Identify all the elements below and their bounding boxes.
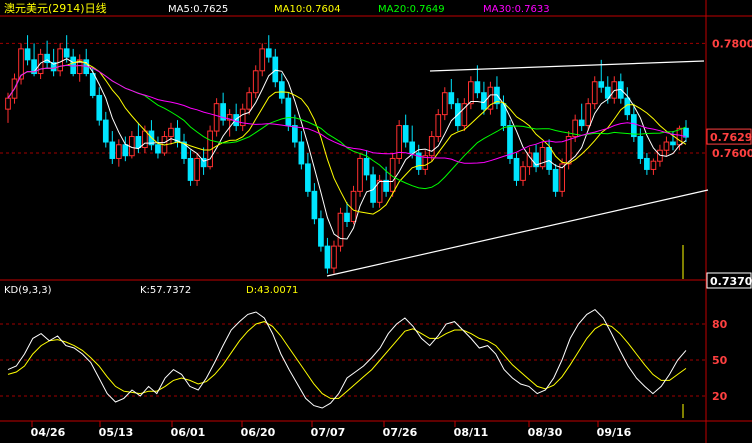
candle-body-down — [109, 141, 116, 159]
candle-body-down — [278, 81, 285, 99]
candle-body-down — [513, 157, 520, 181]
candle-body-up — [435, 114, 442, 138]
candle-body-down — [344, 212, 350, 222]
candle-body-down — [409, 141, 416, 154]
trend-lines — [326, 60, 709, 418]
chart-title: 澳元美元(2914)日线 — [4, 1, 107, 15]
kd-indicator-name: KD(9,3,3) — [4, 285, 52, 296]
candle-body-down — [474, 81, 481, 94]
candle-body-up — [213, 103, 220, 132]
candle-body-down — [298, 141, 305, 165]
candle-body-up — [5, 97, 11, 110]
candle-body-down — [363, 157, 370, 176]
candle-body-up — [520, 166, 526, 181]
price-tick-label: 0.7800 — [712, 37, 752, 50]
date-tick-label: 07/26 — [383, 426, 418, 439]
candle-body-up — [428, 136, 435, 157]
candle-body-down — [402, 125, 409, 143]
candle-body-down — [370, 174, 376, 203]
kd-tick-label: 20 — [712, 390, 728, 403]
date-tick-label: 06/20 — [241, 426, 276, 439]
date-tick-label: 06/01 — [171, 426, 206, 439]
candle-body-down — [683, 127, 689, 138]
forex-chart[interactable]: 0.7629 0.7800 0.7600 0.7370 80 50 20 04/26 05/… — [0, 0, 752, 443]
candle-body-down — [291, 125, 298, 143]
price-axis-labels: 0.7629 0.7800 0.7600 0.7370 — [706, 37, 752, 289]
candle-body-down — [63, 48, 70, 58]
ma10-line — [7, 60, 687, 215]
price-tick-label: 0.7600 — [712, 147, 752, 160]
candle-body-up — [115, 144, 122, 159]
ma10-label: MA10:0.7604 — [274, 4, 341, 15]
candle-body-down — [324, 245, 331, 269]
candle-body-up — [168, 127, 174, 138]
chart-frame — [0, 0, 752, 443]
date-tick-label: 09/16 — [597, 426, 632, 439]
candle-body-up — [259, 48, 266, 72]
candle-body-up — [57, 48, 64, 72]
candle-body-down — [546, 147, 552, 170]
candle-body-down — [630, 114, 637, 138]
kd-k-value: K:57.7372 — [140, 285, 191, 296]
upper-trendline — [429, 60, 705, 72]
candle-body-down — [96, 94, 103, 121]
date-tick-label: 05/13 — [99, 426, 134, 439]
candle-body-down — [448, 92, 455, 105]
lower-trendline — [326, 189, 709, 277]
candle-body-down — [383, 179, 389, 192]
candlestick-series — [5, 35, 689, 274]
candle-body-down — [233, 114, 240, 127]
candle-body-down — [155, 144, 161, 154]
candle-body-down — [578, 119, 585, 127]
date-axis-labels: 04/26 05/13 06/01 06/20 07/07 07/26 08/11 08/30… — [31, 421, 632, 439]
candle-body-up — [585, 103, 592, 127]
candle-body-down — [305, 163, 311, 192]
date-tick-label: 04/26 — [31, 426, 66, 439]
candle-body-up — [441, 92, 448, 116]
candle-body-down — [311, 190, 318, 220]
kd-tick-label: 50 — [712, 354, 728, 367]
price-tick-label: 0.7629 — [710, 131, 752, 144]
candle-body-up — [337, 212, 344, 247]
candle-body-down — [318, 218, 324, 247]
candle-body-up — [350, 190, 357, 222]
candle-body-down — [102, 119, 109, 143]
candle-body-up — [194, 157, 200, 181]
ma20-label: MA20:0.7649 — [378, 4, 445, 15]
candle-body-up — [252, 70, 259, 94]
candle-body-down — [122, 144, 129, 157]
candle-body-down — [272, 56, 279, 83]
candle-body-up — [357, 157, 363, 192]
candle-body-down — [637, 136, 644, 159]
candle-body-down — [644, 157, 650, 170]
candle-body-up — [591, 81, 598, 105]
kd-tick-label: 80 — [712, 318, 728, 331]
candle-body-up — [468, 81, 474, 105]
date-tick-label: 08/11 — [454, 426, 489, 439]
price-tick-label: 0.7370 — [710, 275, 752, 288]
ma5-label: MA5:0.7625 — [168, 4, 228, 15]
candle-body-up — [650, 160, 657, 170]
date-tick-label: 08/30 — [528, 426, 563, 439]
candle-body-up — [331, 245, 337, 269]
candle-body-up — [246, 92, 253, 110]
candle-body-down — [265, 48, 272, 58]
kd-d-value: D:43.0071 — [246, 285, 298, 296]
candle-body-down — [24, 48, 31, 61]
candle-body-down — [89, 73, 96, 96]
ma20-line — [7, 64, 687, 190]
candle-body-down — [135, 136, 142, 149]
candle-body-down — [598, 81, 605, 88]
candle-body-up — [663, 141, 670, 151]
candle-body-up — [676, 127, 683, 146]
candle-body-down — [70, 56, 77, 75]
date-tick-label: 07/07 — [311, 426, 346, 439]
candle-body-up — [396, 125, 403, 159]
candle-body-down — [187, 157, 194, 181]
candle-body-down — [285, 97, 292, 127]
candle-body-down — [670, 141, 676, 146]
ma30-label: MA30:0.7633 — [483, 4, 550, 15]
candle-body-down — [552, 168, 559, 192]
kd-axis-labels: 80 50 20 — [712, 318, 728, 403]
